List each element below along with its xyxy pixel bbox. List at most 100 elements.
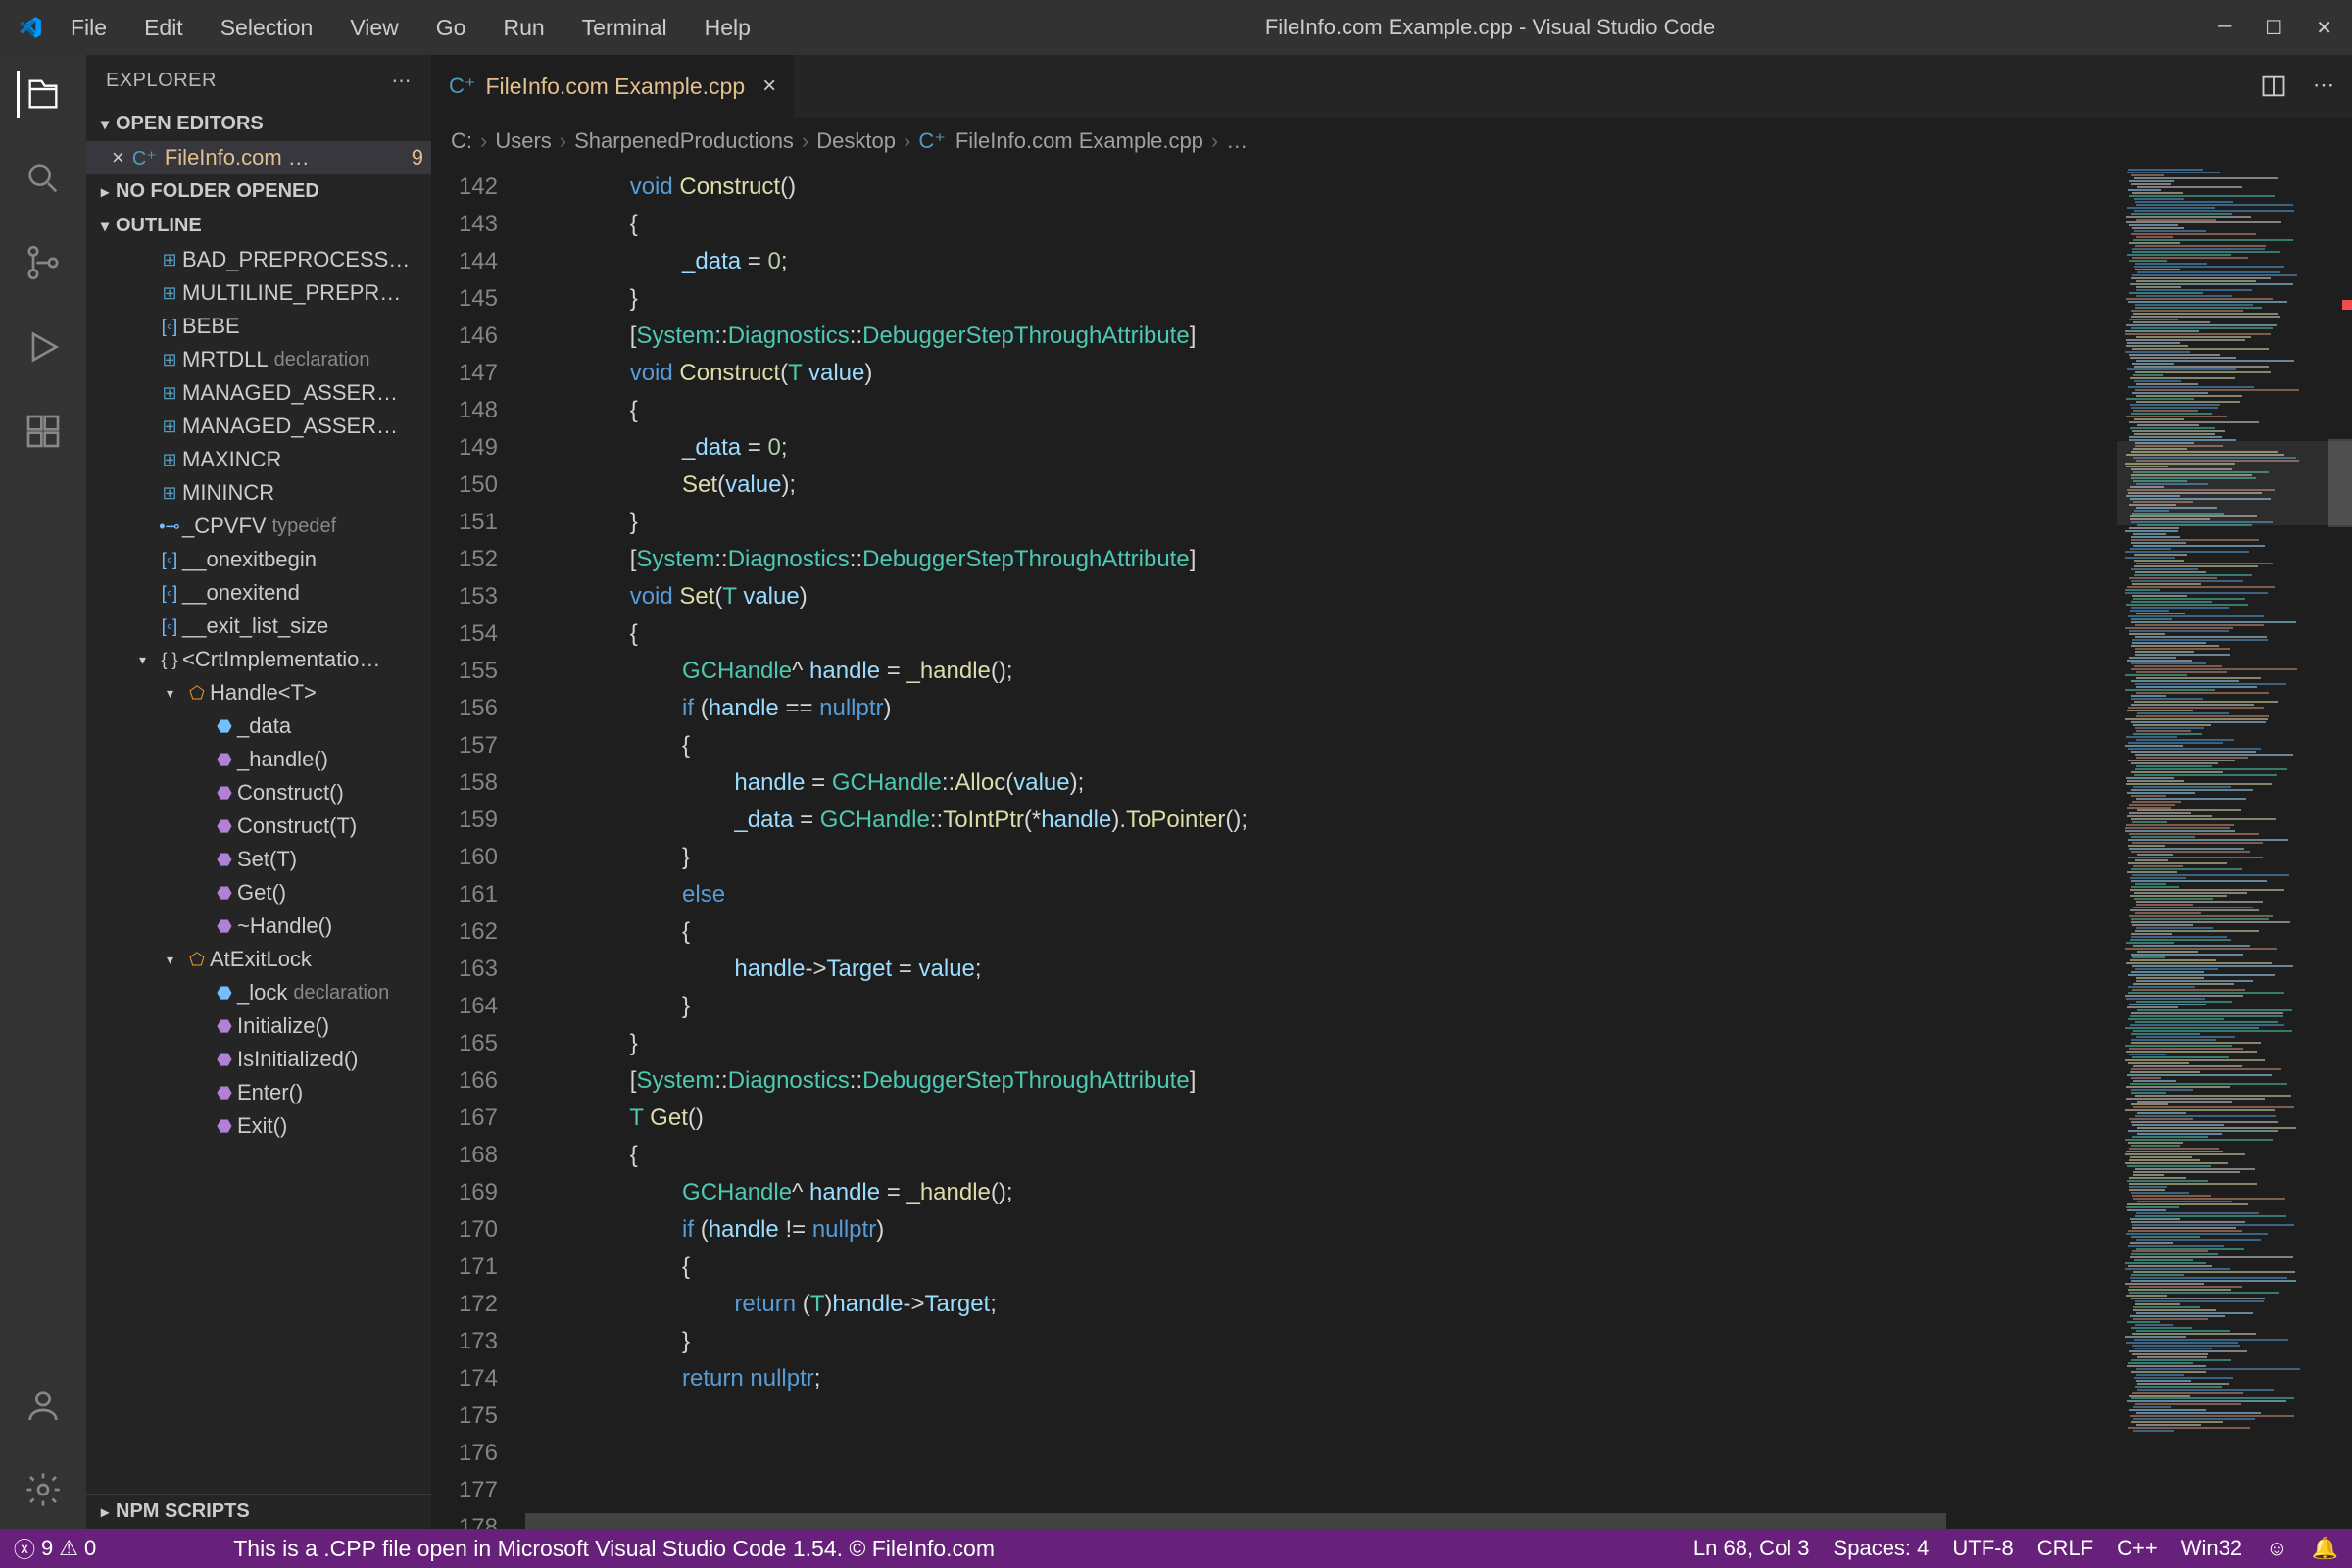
outline-item[interactable]: ⊞ MANAGED_ASSER… xyxy=(86,376,431,410)
horizontal-scrollbar-thumb[interactable] xyxy=(525,1513,1946,1529)
menu-item-file[interactable]: File xyxy=(59,9,119,47)
code-editor[interactable]: void Construct() { _data = 0; } [System:… xyxy=(525,165,2117,1529)
code-line[interactable]: if (handle == nullptr) xyxy=(525,690,2117,727)
minimize-icon[interactable]: ─ xyxy=(2218,16,2231,40)
close-tab-icon[interactable]: × xyxy=(762,73,776,100)
outline-item[interactable]: ▾{ } <CrtImplementatio… xyxy=(86,643,431,676)
code-line[interactable]: [System::Diagnostics::DebuggerStepThroug… xyxy=(525,1062,2117,1100)
menu-item-go[interactable]: Go xyxy=(424,9,478,47)
run-debug-icon[interactable] xyxy=(20,323,67,370)
more-actions-icon[interactable]: ⋯ xyxy=(2313,73,2334,100)
outline-item[interactable]: ⬣ Exit() xyxy=(86,1109,431,1143)
no-folder-section[interactable]: ▸ NO FOLDER OPENED xyxy=(86,174,431,209)
code-line[interactable]: } xyxy=(525,1323,2117,1360)
outline-section[interactable]: ▾ OUTLINE xyxy=(86,209,431,243)
outline-item[interactable]: [◦] __onexitend xyxy=(86,576,431,610)
code-line[interactable]: _data = GCHandle::ToIntPtr(*handle).ToPo… xyxy=(525,802,2117,839)
outline-item[interactable]: ⬣ Enter() xyxy=(86,1076,431,1109)
source-control-icon[interactable] xyxy=(20,239,67,286)
code-line[interactable]: return (T)handle->Target; xyxy=(525,1286,2117,1323)
code-line[interactable]: void Set(T value) xyxy=(525,578,2117,615)
outline-item[interactable]: ⬣ Construct() xyxy=(86,776,431,809)
outline-item[interactable]: ⊞ BAD_PREPROCESS… xyxy=(86,243,431,276)
status-cursor[interactable]: Ln 68, Col 3 xyxy=(1693,1536,1810,1561)
menu-item-help[interactable]: Help xyxy=(693,9,762,47)
code-line[interactable]: handle = GCHandle::Alloc(value); xyxy=(525,764,2117,802)
code-line[interactable]: { xyxy=(525,1249,2117,1286)
minimap-error-marker[interactable] xyxy=(2342,300,2352,310)
code-line[interactable]: } xyxy=(525,280,2117,318)
outline-item[interactable]: [◦] __onexitbegin xyxy=(86,543,431,576)
menu-item-view[interactable]: View xyxy=(338,9,410,47)
vertical-scrollbar[interactable] xyxy=(2328,165,2352,1529)
feedback-icon[interactable]: ☺ xyxy=(2266,1536,2287,1561)
accounts-icon[interactable] xyxy=(20,1382,67,1429)
minimap-viewport[interactable] xyxy=(2117,441,2352,525)
explorer-icon[interactable] xyxy=(17,71,64,118)
more-icon[interactable]: ⋯ xyxy=(392,69,413,93)
breadcrumb-item[interactable]: SharpenedProductions xyxy=(574,128,794,154)
menu-item-edit[interactable]: Edit xyxy=(132,9,195,47)
outline-item[interactable]: ⬣ ~Handle() xyxy=(86,909,431,943)
code-line[interactable]: _data = 0; xyxy=(525,429,2117,466)
outline-item[interactable]: ⊞ MRTDLLdeclaration xyxy=(86,343,431,376)
outline-item[interactable]: [◦] BEBE xyxy=(86,310,431,343)
outline-item[interactable]: ⊞ MAXINCR xyxy=(86,443,431,476)
outline-item[interactable]: •⊸ _CPVFVtypedef xyxy=(86,510,431,543)
open-editors-section[interactable]: ▾ OPEN EDITORS xyxy=(86,107,431,141)
code-line[interactable]: return nullptr; xyxy=(525,1360,2117,1397)
status-lang[interactable]: C++ xyxy=(2117,1536,2158,1561)
code-line[interactable]: } xyxy=(525,839,2117,876)
npm-scripts-section[interactable]: ▸ NPM SCRIPTS xyxy=(86,1494,431,1529)
close-icon[interactable]: ✕ xyxy=(2316,16,2332,40)
outline-item[interactable]: [◦] __exit_list_size xyxy=(86,610,431,643)
outline-item[interactable]: ⬣ _handle() xyxy=(86,743,431,776)
code-line[interactable]: { xyxy=(525,392,2117,429)
code-line[interactable]: GCHandle^ handle = _handle(); xyxy=(525,653,2117,690)
code-line[interactable]: { xyxy=(525,206,2117,243)
outline-item[interactable]: ⬣ Set(T) xyxy=(86,843,431,876)
code-line[interactable]: } xyxy=(525,504,2117,541)
code-line[interactable]: { xyxy=(525,913,2117,951)
code-line[interactable]: } xyxy=(525,988,2117,1025)
menu-item-selection[interactable]: Selection xyxy=(209,9,325,47)
code-line[interactable]: [System::Diagnostics::DebuggerStepThroug… xyxy=(525,318,2117,355)
outline-item[interactable]: ⊞ MININCR xyxy=(86,476,431,510)
code-line[interactable]: handle->Target = value; xyxy=(525,951,2117,988)
code-line[interactable]: { xyxy=(525,1137,2117,1174)
outline-item[interactable]: ⬣ Construct(T) xyxy=(86,809,431,843)
code-line[interactable]: T Get() xyxy=(525,1100,2117,1137)
breadcrumb[interactable]: C:›Users›SharpenedProductions›Desktop›C⁺… xyxy=(431,118,2352,165)
outline-item[interactable]: ⬣ Initialize() xyxy=(86,1009,431,1043)
code-line[interactable]: void Construct() xyxy=(525,169,2117,206)
code-line[interactable]: void Construct(T value) xyxy=(525,355,2117,392)
breadcrumb-item[interactable]: C: xyxy=(451,128,472,154)
editor-tab[interactable]: C⁺ FileInfo.com Example.cpp × xyxy=(431,55,795,118)
outline-item[interactable]: ⊞ MANAGED_ASSER… xyxy=(86,410,431,443)
menu-item-terminal[interactable]: Terminal xyxy=(570,9,679,47)
breadcrumb-item[interactable]: Desktop xyxy=(816,128,896,154)
breadcrumb-item[interactable]: Users xyxy=(495,128,551,154)
outline-item[interactable]: ⊞ MULTILINE_PREPR… xyxy=(86,276,431,310)
notifications-icon[interactable]: 🔔 xyxy=(2312,1536,2338,1561)
extensions-icon[interactable] xyxy=(20,408,67,455)
minimap[interactable] xyxy=(2117,165,2352,1529)
code-line[interactable]: } xyxy=(525,1025,2117,1062)
split-editor-icon[interactable] xyxy=(2260,73,2287,100)
status-encoding[interactable]: UTF-8 xyxy=(1952,1536,2013,1561)
close-editor-icon[interactable]: × xyxy=(112,145,124,171)
code-line[interactable]: if (handle != nullptr) xyxy=(525,1211,2117,1249)
status-errors[interactable]: ⓧ9 ⚠0 xyxy=(14,1533,96,1564)
code-line[interactable]: [System::Diagnostics::DebuggerStepThroug… xyxy=(525,541,2117,578)
breadcrumb-item[interactable]: FileInfo.com Example.cpp xyxy=(956,128,1203,154)
code-line[interactable]: { xyxy=(525,727,2117,764)
outline-item[interactable]: ⬣ _lockdeclaration xyxy=(86,976,431,1009)
outline-item[interactable]: ▾⬠ Handle<T> xyxy=(86,676,431,710)
settings-gear-icon[interactable] xyxy=(20,1466,67,1513)
outline-item[interactable]: ⬣ IsInitialized() xyxy=(86,1043,431,1076)
code-line[interactable]: _data = 0; xyxy=(525,243,2117,280)
outline-item[interactable]: ⬣ _data xyxy=(86,710,431,743)
code-line[interactable]: GCHandle^ handle = _handle(); xyxy=(525,1174,2117,1211)
outline-item[interactable]: ▾⬠ AtExitLock xyxy=(86,943,431,976)
maximize-icon[interactable]: ☐ xyxy=(2265,16,2282,40)
